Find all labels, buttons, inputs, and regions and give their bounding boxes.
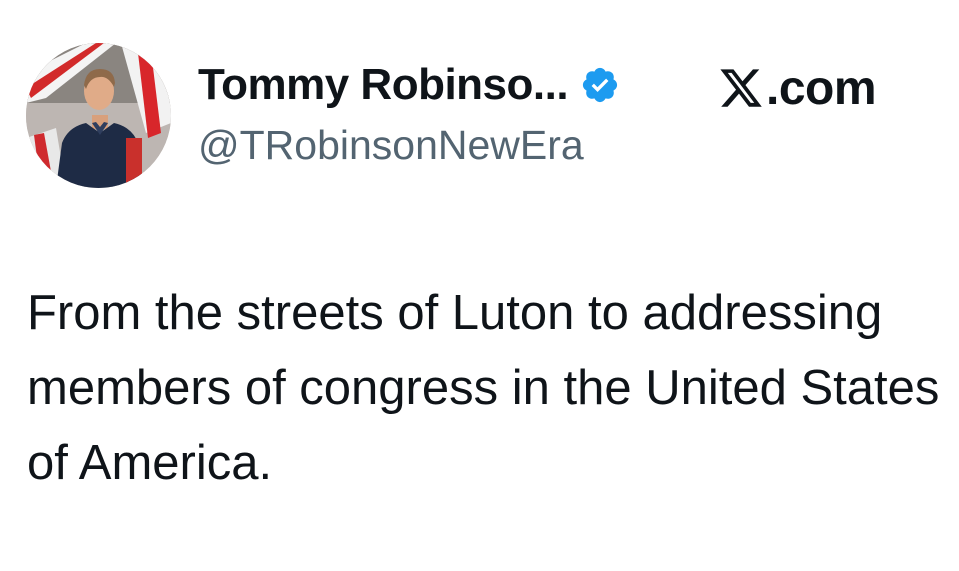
tweet-card: Tommy Robinso... .com @TRobinsonNewEra F… [0, 0, 959, 571]
profile-photo-icon [26, 43, 171, 188]
x-logo-icon [720, 69, 762, 107]
author-name-row: Tommy Robinso... [198, 55, 620, 115]
author-avatar[interactable] [26, 43, 171, 188]
x-brand-label: .com [766, 61, 877, 115]
tweet-text: From the streets of Luton to addressing … [27, 286, 940, 490]
verified-badge-icon [580, 65, 620, 105]
x-brand: .com [718, 58, 877, 118]
author-handle[interactable]: @TRobinsonNewEra [198, 122, 584, 169]
author-display-name[interactable]: Tommy Robinso... [198, 60, 569, 110]
